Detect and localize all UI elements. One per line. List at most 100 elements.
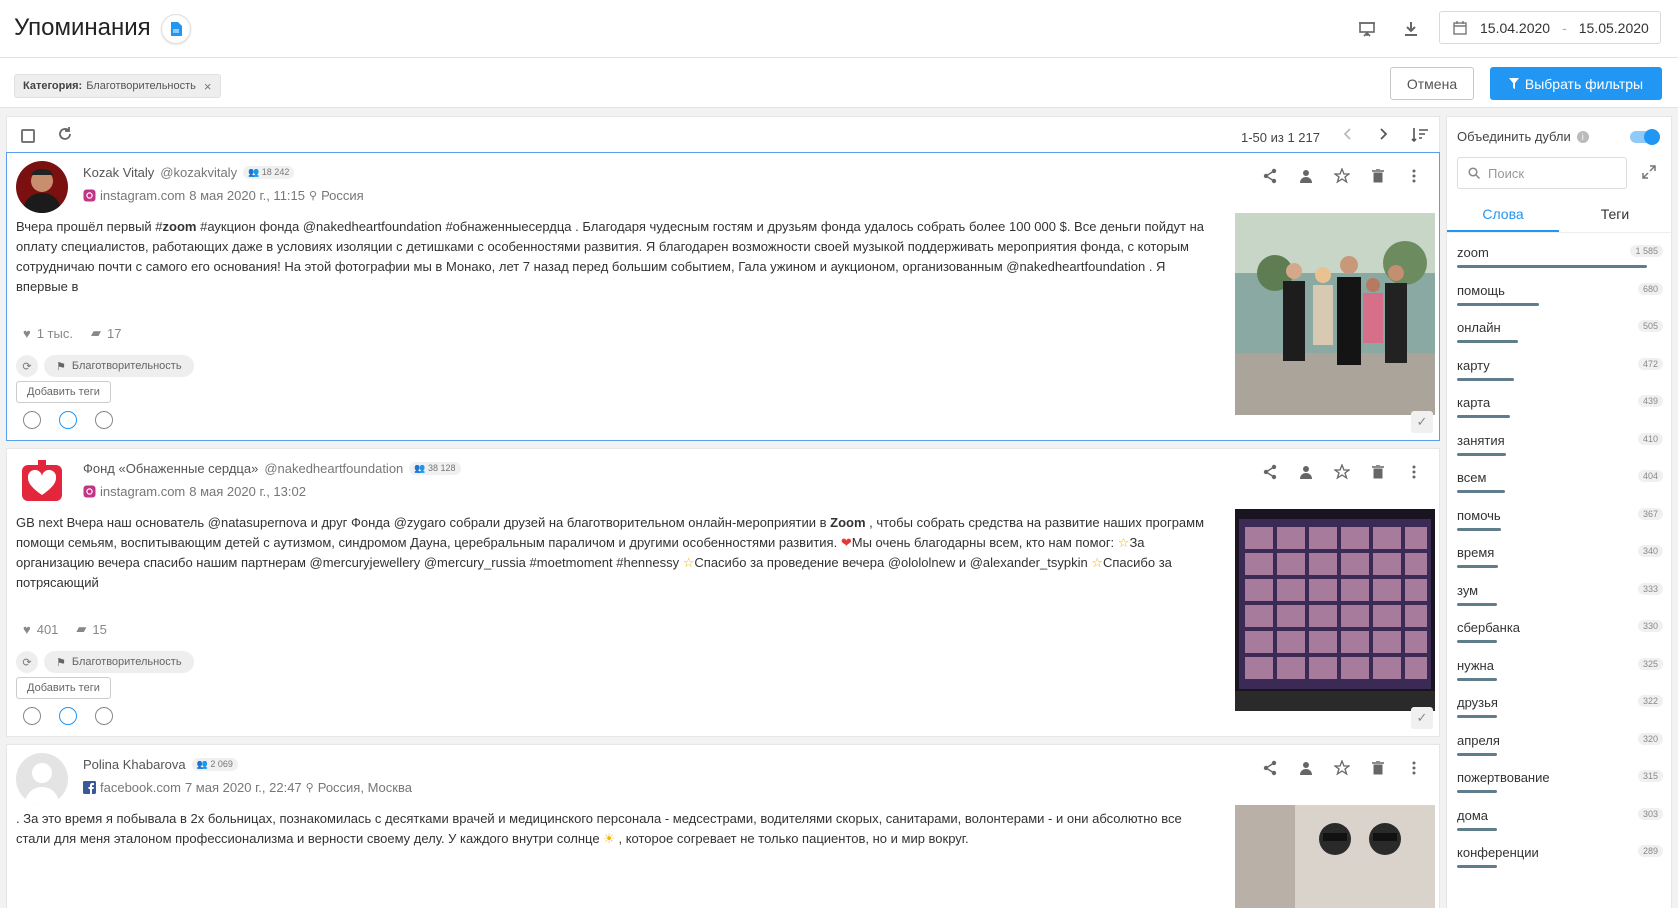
cancel-button[interactable]: Отмена — [1390, 67, 1474, 100]
user-icon[interactable] — [1297, 167, 1315, 185]
share-icon[interactable] — [1261, 463, 1279, 481]
word-label: нужна — [1457, 657, 1494, 673]
word-frequency-bar — [1457, 377, 1514, 381]
trash-icon[interactable] — [1369, 463, 1387, 481]
category-tag[interactable]: ⚑ Благотворительность — [44, 651, 194, 673]
word-frequency-bar — [1457, 265, 1647, 268]
share-icon[interactable] — [1261, 167, 1279, 185]
info-icon[interactable]: i — [1576, 130, 1589, 143]
neutral-sentiment-icon[interactable] — [59, 411, 77, 429]
category-auto-icon[interactable]: ⟳ — [16, 355, 38, 377]
word-label: друзья — [1457, 695, 1498, 710]
word-item[interactable]: конференции 289 — [1447, 835, 1671, 873]
author-name[interactable]: Kozak Vitaly — [83, 165, 154, 180]
next-page-button[interactable] — [1378, 126, 1388, 146]
negative-sentiment-icon[interactable] — [95, 411, 113, 429]
word-count: 340 — [1637, 545, 1663, 557]
negative-sentiment-icon[interactable] — [95, 707, 113, 725]
word-item[interactable]: всем 404 — [1447, 460, 1671, 498]
expand-button[interactable] — [1642, 165, 1658, 181]
mention-card[interactable]: Kozak Vitaly @kozakvitaly 👥 18 242 insta… — [6, 152, 1440, 441]
post-text: Вчера прошёл первый #zoom #аукцион фонда… — [16, 219, 1205, 294]
category-auto-icon[interactable]: ⟳ — [16, 651, 38, 673]
chip-value: Благотворительность — [86, 80, 196, 92]
page-header: Упоминания 15.04.2020 - 15.05.2020 — [0, 0, 1678, 58]
star-icon[interactable] — [1333, 167, 1351, 185]
word-item[interactable]: помощь 680 — [1447, 273, 1671, 311]
more-icon[interactable] — [1405, 167, 1423, 185]
word-item[interactable]: дома 303 — [1447, 798, 1671, 836]
user-icon[interactable] — [1297, 463, 1315, 481]
mark-processed-button[interactable]: ✓ — [1411, 411, 1433, 433]
author-nick[interactable]: @kozakvitaly — [160, 165, 237, 180]
select-filters-button[interactable]: Выбрать фильтры — [1490, 67, 1662, 100]
word-label: время — [1457, 545, 1495, 560]
close-icon[interactable]: × — [204, 79, 212, 94]
word-item[interactable]: зум 333 — [1447, 573, 1671, 611]
star-icon[interactable] — [1333, 759, 1351, 777]
word-item[interactable]: онлайн 505 — [1447, 310, 1671, 348]
star-icon[interactable] — [1333, 463, 1351, 481]
word-count: 325 — [1637, 657, 1663, 670]
download-button[interactable] — [1400, 18, 1422, 40]
filter-chip-category[interactable]: Категория: Благотворительность × — [14, 74, 221, 98]
prev-page-button[interactable] — [1343, 126, 1353, 146]
word-item[interactable]: zoom 1 585 — [1447, 235, 1671, 273]
post-photo[interactable] — [1235, 805, 1435, 908]
date-range-picker[interactable]: 15.04.2020 - 15.05.2020 — [1439, 11, 1661, 44]
author-nick[interactable]: @nakedheartfoundation — [264, 461, 403, 476]
avatar[interactable] — [16, 161, 68, 213]
more-icon[interactable] — [1405, 759, 1423, 777]
word-item[interactable]: время 340 — [1447, 535, 1671, 573]
presentation-button[interactable] — [1356, 18, 1378, 40]
trash-icon[interactable] — [1369, 167, 1387, 185]
add-tags-button[interactable]: Добавить теги — [16, 381, 111, 403]
select-all-checkbox[interactable] — [21, 129, 35, 143]
word-item[interactable]: апреля 320 — [1447, 723, 1671, 761]
date-from[interactable]: 15.04.2020 — [1480, 20, 1550, 36]
user-icon[interactable] — [1297, 759, 1315, 777]
word-frequency-bar — [1457, 302, 1539, 306]
word-count: 315 — [1637, 770, 1663, 782]
date-to[interactable]: 15.05.2020 — [1579, 20, 1649, 36]
refresh-button[interactable] — [57, 126, 77, 146]
add-tags-button[interactable]: Добавить теги — [16, 677, 111, 699]
source-link[interactable]: facebook.com — [100, 780, 181, 795]
category-tag[interactable]: ⚑ Благотворительность — [44, 355, 194, 377]
export-doc-button[interactable] — [161, 14, 191, 44]
word-item[interactable]: друзья 322 — [1447, 685, 1671, 723]
more-icon[interactable] — [1405, 463, 1423, 481]
word-item[interactable]: карта 439 — [1447, 385, 1671, 423]
share-icon[interactable] — [1261, 759, 1279, 777]
author-name[interactable]: Polina Khabarova — [83, 757, 186, 772]
post-photo[interactable] — [1235, 213, 1435, 415]
source-link[interactable]: instagram.com — [100, 188, 185, 203]
positive-sentiment-icon[interactable] — [23, 707, 41, 725]
word-item[interactable]: пожертвование 315 — [1447, 760, 1671, 798]
tab-words[interactable]: Слова — [1447, 197, 1559, 232]
words-search-input[interactable]: Поиск — [1457, 157, 1627, 189]
author-name[interactable]: Фонд «Обнаженные сердца» — [83, 461, 258, 476]
avatar[interactable] — [16, 457, 68, 509]
source-link[interactable]: instagram.com — [100, 484, 185, 499]
tab-tags[interactable]: Теги — [1559, 197, 1671, 232]
trash-icon[interactable] — [1369, 759, 1387, 777]
sort-button[interactable] — [1411, 127, 1429, 145]
word-item[interactable]: нужна 325 — [1447, 648, 1671, 686]
word-frequency-bar — [1457, 790, 1497, 793]
neutral-sentiment-icon[interactable] — [59, 707, 77, 725]
word-item[interactable]: помочь 367 — [1447, 498, 1671, 536]
word-item[interactable]: сбербанка 330 — [1447, 610, 1671, 648]
positive-sentiment-icon[interactable] — [23, 411, 41, 429]
mention-card[interactable]: Polina Khabarova 👥 2 069 facebook.com 7 … — [6, 744, 1440, 908]
avatar[interactable] — [16, 753, 68, 805]
merge-duplicates-toggle[interactable] — [1630, 129, 1660, 145]
word-frequency-bar — [1457, 490, 1505, 493]
word-label: сбербанка — [1457, 620, 1521, 635]
post-photo[interactable] — [1235, 509, 1435, 711]
mention-card[interactable]: Фонд «Обнаженные сердца» @nakedheartfoun… — [6, 448, 1440, 737]
word-item[interactable]: карту 472 — [1447, 348, 1671, 386]
word-item[interactable]: занятия 410 — [1447, 423, 1671, 461]
mark-processed-button[interactable]: ✓ — [1411, 707, 1433, 729]
post-meta: instagram.com 8 мая 2020 г., 13:02 — [83, 484, 306, 499]
